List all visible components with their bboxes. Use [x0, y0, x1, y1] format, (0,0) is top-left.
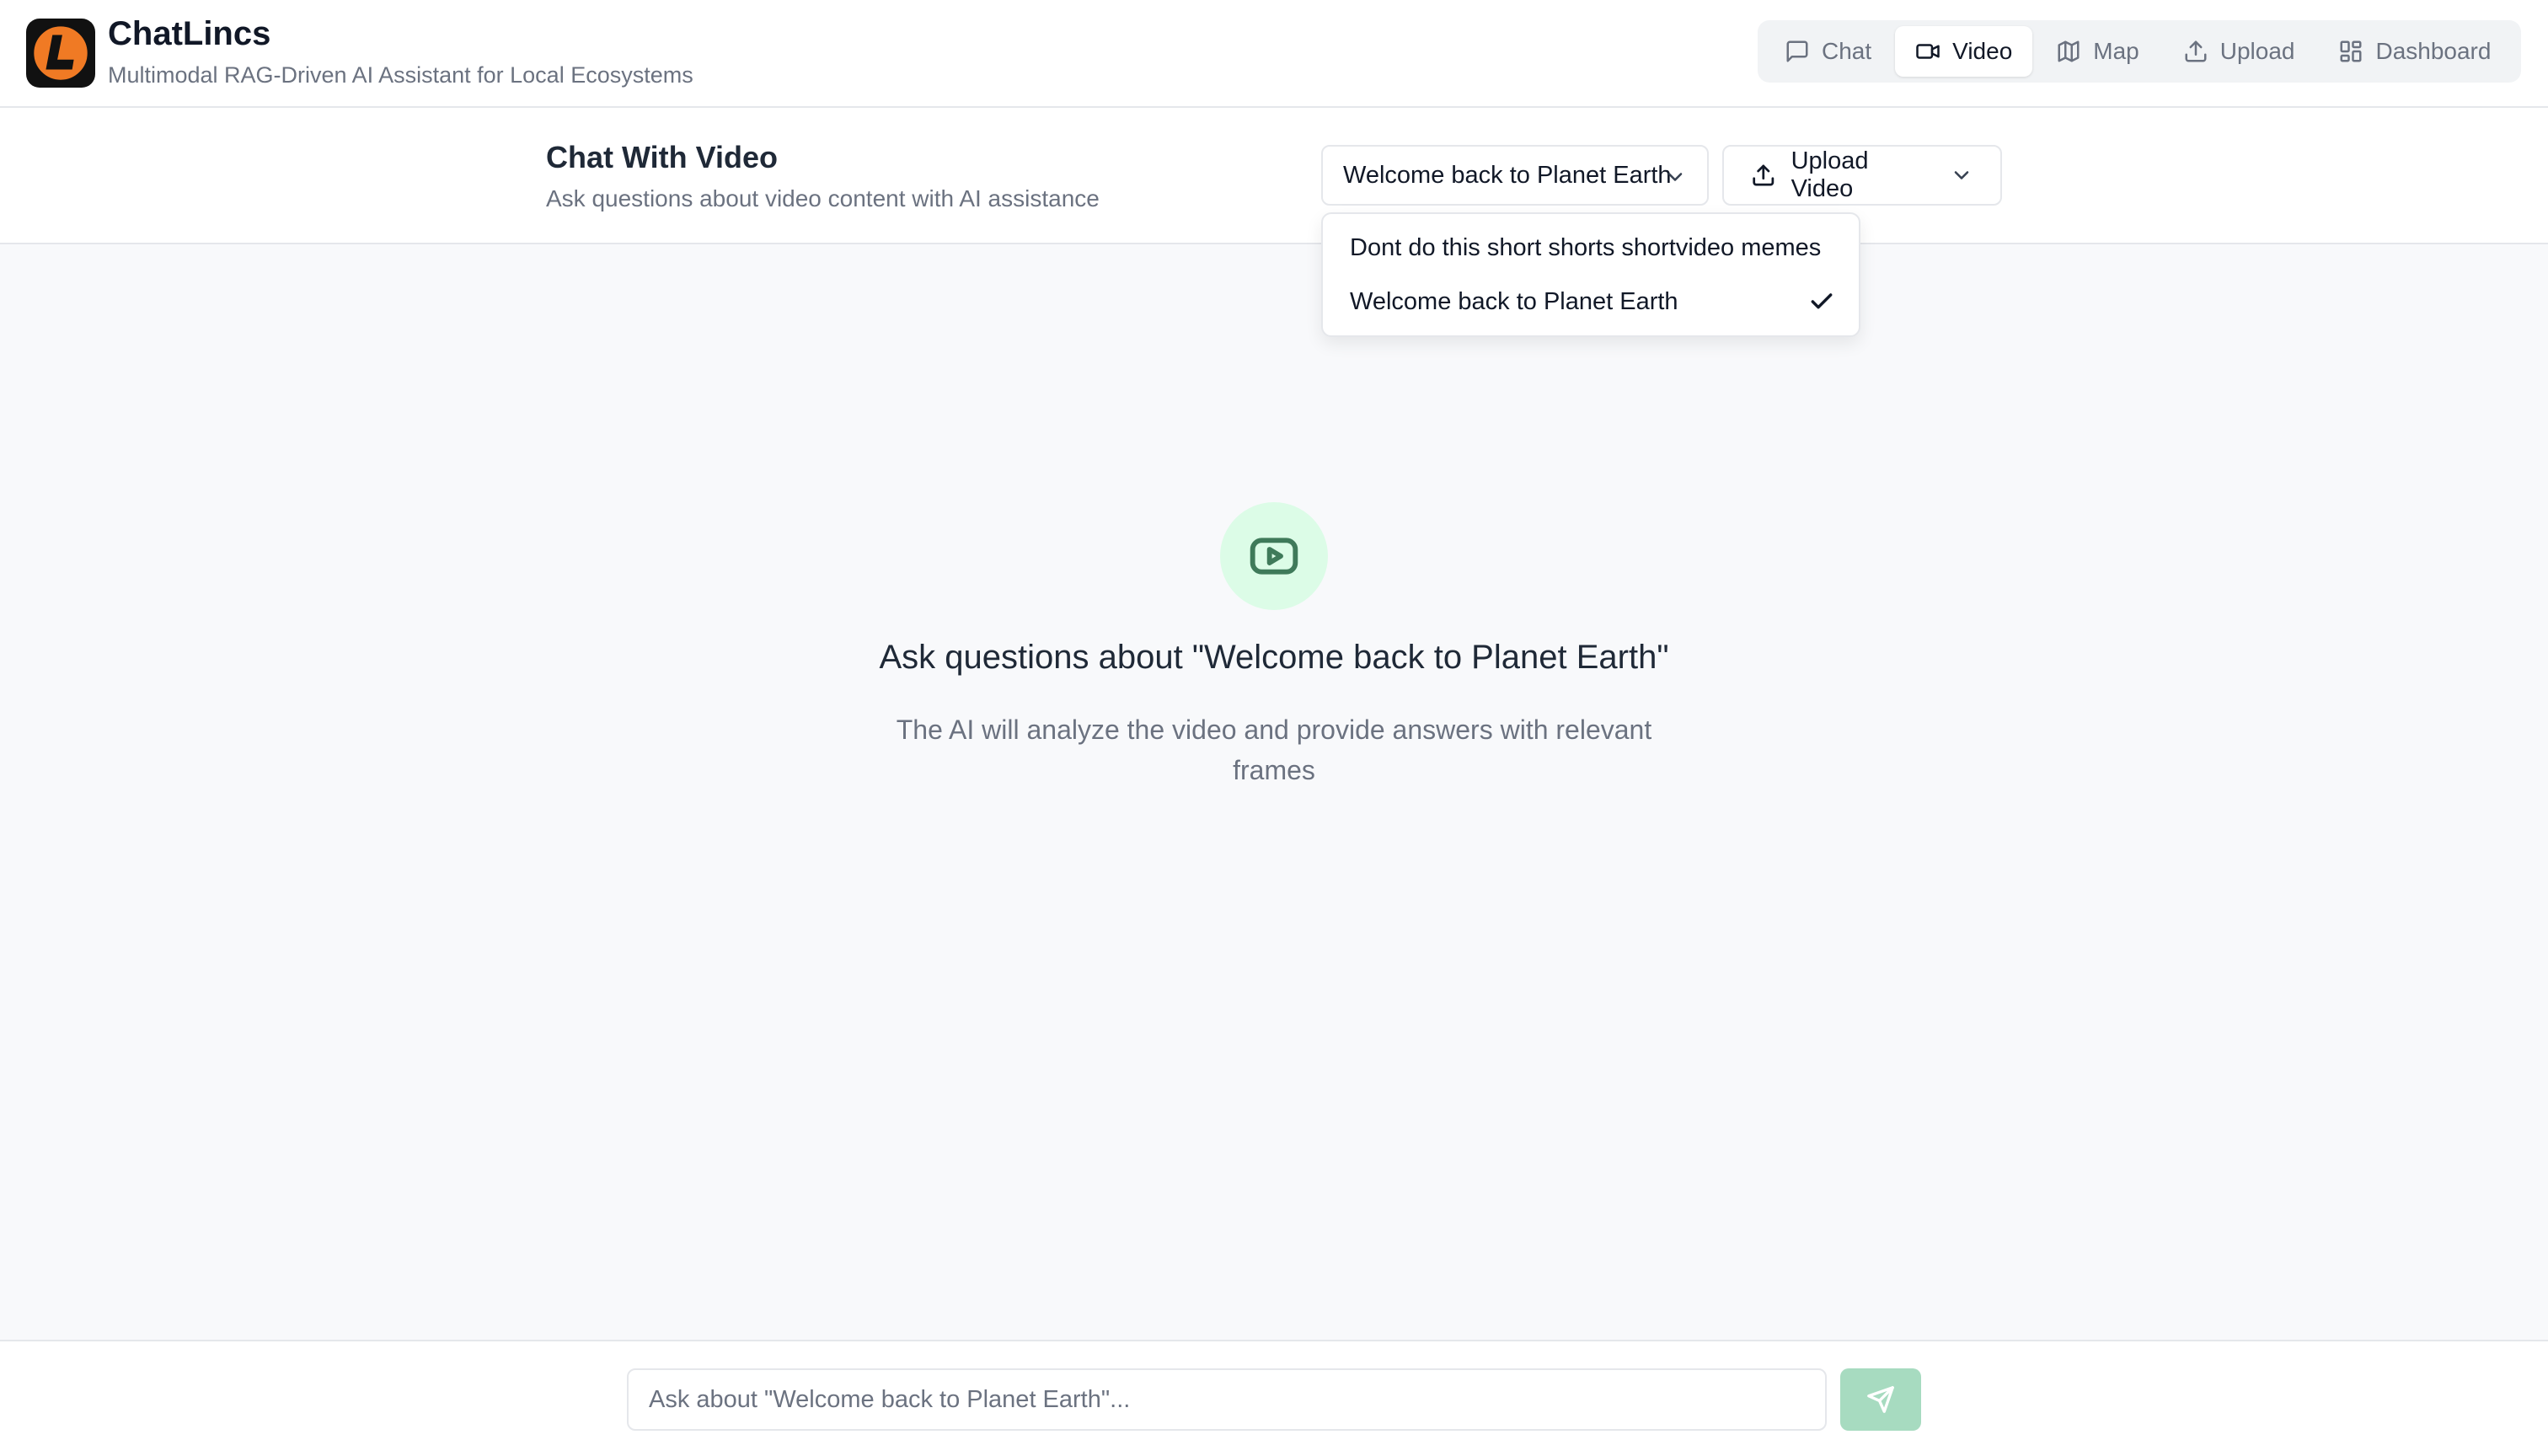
- video-select-dropdown: Dont do this short shorts shortvideo mem…: [1321, 212, 1860, 337]
- nav-item-upload[interactable]: Upload: [2163, 26, 2315, 77]
- app-logo: [26, 19, 95, 88]
- upload-video-button[interactable]: Upload Video: [1722, 145, 2002, 206]
- send-button[interactable]: [1840, 1368, 1921, 1431]
- chevron-down-icon: [1950, 163, 1973, 187]
- video-camera-icon: [1916, 44, 1940, 59]
- empty-state-description: The AI will analyze the video and provid…: [896, 715, 1652, 785]
- nav-item-dashboard[interactable]: Dashboard: [2318, 26, 2511, 77]
- send-icon: [1867, 1386, 1894, 1413]
- nav-item-label: Chat: [1822, 38, 1872, 64]
- nav-item-label: Video: [1952, 38, 2013, 64]
- dashboard-grid-icon: [2340, 40, 2362, 62]
- app-header: ChatLincs Multimodal RAG-Driven AI Assis…: [0, 0, 2548, 108]
- nav-item-video[interactable]: Video: [1895, 26, 2033, 77]
- video-option-label: Dont do this short shorts shortvideo mem…: [1350, 233, 1822, 261]
- nav-item-map[interactable]: Map: [2036, 26, 2159, 77]
- logo-icon: [31, 24, 90, 83]
- app-title: ChatLincs: [108, 15, 271, 52]
- chat-bubble-icon: [1786, 40, 1808, 62]
- video-option-selected[interactable]: Welcome back to Planet Earth: [1330, 275, 1852, 329]
- video-select[interactable]: Welcome back to Planet Earth: [1321, 145, 1709, 206]
- nav-item-label: Map: [2093, 38, 2139, 64]
- chevron-down-icon: [1663, 165, 1687, 195]
- nav-item-label: Upload: [2219, 38, 2295, 64]
- play-video-icon: [1250, 538, 1298, 575]
- page-title: Chat With Video: [546, 140, 779, 174]
- chat-input[interactable]: [627, 1368, 1827, 1431]
- check-icon: [1808, 288, 1835, 322]
- nav-item-label: Dashboard: [2375, 38, 2492, 64]
- upload-icon: [1753, 164, 1774, 186]
- video-select-value: Welcome back to Planet Earth: [1343, 161, 1672, 189]
- main-nav: Chat Video Map Upload Dashboard: [1758, 20, 2521, 83]
- page-subtitle: Ask questions about video content with A…: [546, 185, 1100, 211]
- upload-video-label: Upload Video: [1791, 147, 1869, 202]
- video-option[interactable]: Dont do this short shorts shortvideo mem…: [1330, 221, 1852, 275]
- nav-item-chat[interactable]: Chat: [1764, 26, 1892, 77]
- page-header: Chat With Video Ask questions about vide…: [0, 108, 2548, 244]
- video-option-label: Welcome back to Planet Earth: [1350, 287, 1678, 315]
- map-icon: [2058, 40, 2080, 62]
- upload-icon: [2185, 40, 2207, 62]
- empty-state-title: Ask questions about "Welcome back to Pla…: [879, 639, 1669, 676]
- app-subtitle: Multimodal RAG-Driven AI Assistant for L…: [108, 62, 693, 88]
- empty-state-icon-badge: [1220, 502, 1328, 610]
- chat-footer: [0, 1340, 2548, 1456]
